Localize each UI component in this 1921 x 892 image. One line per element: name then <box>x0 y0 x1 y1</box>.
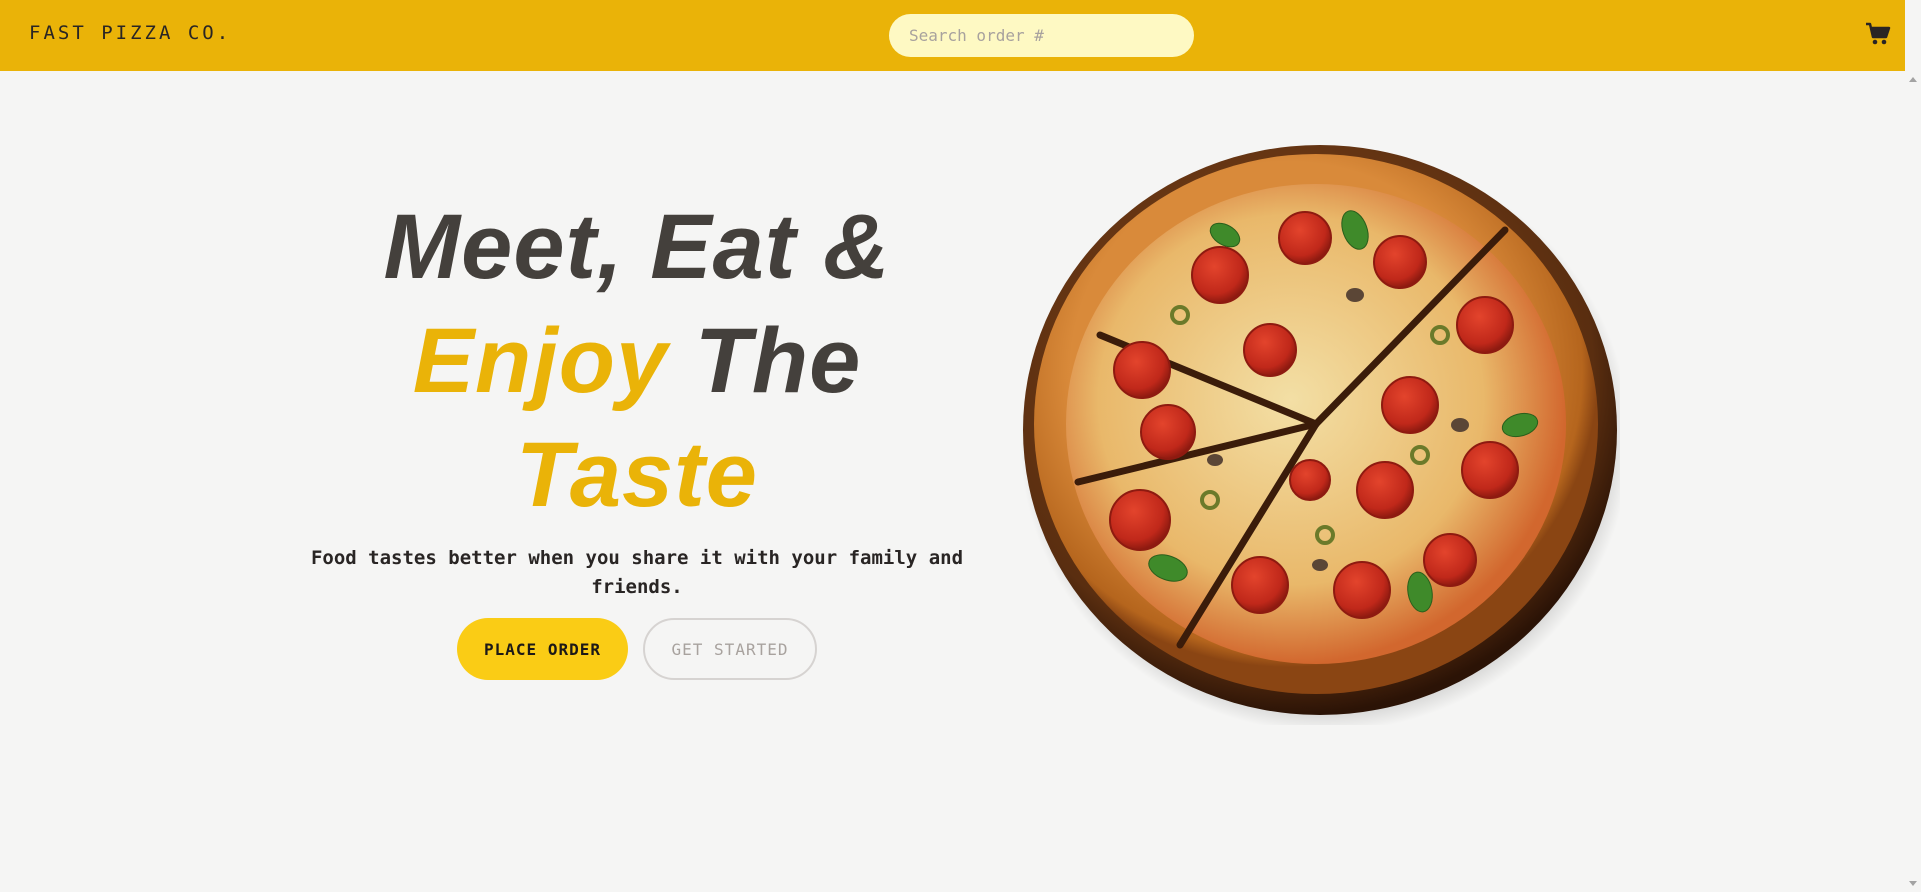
page-scrollbar[interactable] <box>1905 71 1921 892</box>
pizza-image <box>1020 140 1630 732</box>
hero-headline: Meet, Eat & Enjoy The Taste <box>290 190 984 532</box>
hero-buttons: PLACE ORDER GET STARTED <box>290 618 984 680</box>
cart-icon[interactable] <box>1865 22 1891 46</box>
top-navbar: FAST PIZZA CO. <box>0 0 1905 71</box>
place-order-button[interactable]: PLACE ORDER <box>457 618 628 680</box>
headline-line-1: Meet, Eat & <box>383 196 891 298</box>
hero-tagline: Food tastes better when you share it wit… <box>310 547 964 598</box>
headline-line-2-rest: The <box>668 310 862 412</box>
scroll-up-arrow-icon[interactable] <box>1909 77 1917 82</box>
headline-accent-enjoy: Enjoy <box>412 310 669 412</box>
headline-accent-taste: Taste <box>516 424 758 526</box>
hero-text-block: Meet, Eat & Enjoy The Taste Food tastes … <box>290 190 984 680</box>
get-started-button[interactable]: GET STARTED <box>643 618 817 680</box>
brand-logo[interactable]: FAST PIZZA CO. <box>29 22 231 44</box>
scroll-down-arrow-icon[interactable] <box>1909 881 1917 886</box>
search-order-input[interactable] <box>889 14 1194 57</box>
